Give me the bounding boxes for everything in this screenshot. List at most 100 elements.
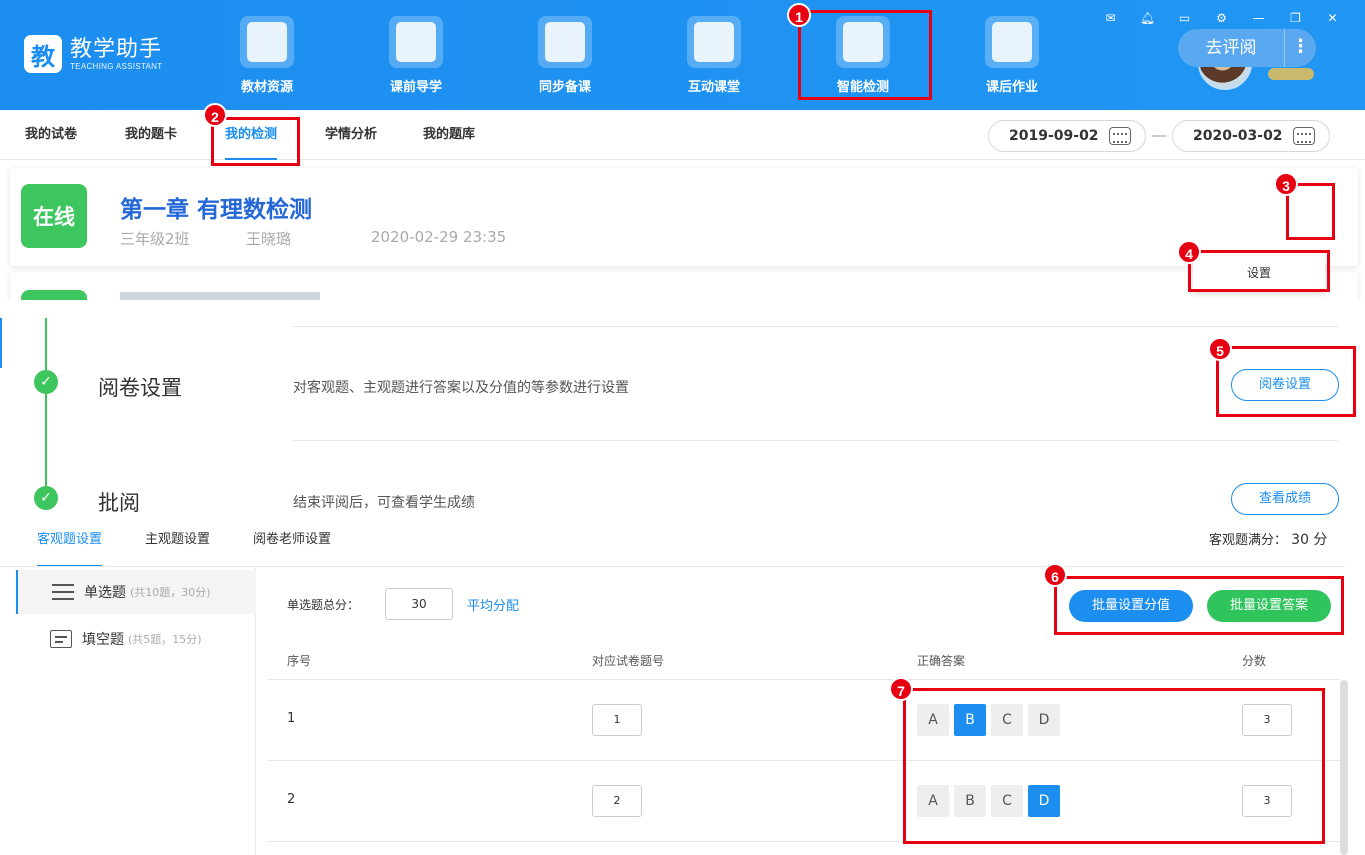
row-index: 1 <box>287 711 296 726</box>
calendar-icon <box>1293 127 1315 145</box>
tab-learning-analysis[interactable]: 学情分析 <box>325 110 377 160</box>
window-controls: ✉ 🔔︎ ▭ ⚙ — ❐ ✕ <box>1092 8 1351 28</box>
total-score-label: 单选题总分： <box>287 598 360 612</box>
list-icon <box>52 583 74 601</box>
nav-label: 课前导学 <box>389 80 442 95</box>
start-date-value: 2019-09-02 <box>1009 128 1099 144</box>
step-line <box>45 318 47 498</box>
online-badge: 在线 <box>21 184 87 248</box>
question-type-summary: (共10题，30分) <box>130 586 211 599</box>
annotation-box-4 <box>1188 250 1330 292</box>
table-scrollbar[interactable] <box>1340 680 1348 855</box>
nav-label: 互动课堂 <box>687 80 740 95</box>
question-type-label: 单选题 <box>84 585 126 601</box>
annotation-number-2: 2 <box>203 103 227 127</box>
tab-grader-settings[interactable]: 阅卷老师设置 <box>253 528 331 547</box>
check-icon: ✓ <box>34 486 58 510</box>
nav-item-preview-guide[interactable]: 课前导学 <box>366 16 466 96</box>
full-score-label: 客观题满分： <box>1209 533 1288 548</box>
paper-number-input[interactable]: 1 <box>592 704 642 736</box>
view-scores-button[interactable]: 查看成绩 <box>1231 483 1339 515</box>
step-desc-grading-settings: 对客观题、主观题进行答案以及分值的等参数进行设置 <box>293 380 629 396</box>
app-window: 教 教学助手 TEACHING ASSISTANT 教材资源 课前导学 同步备课… <box>0 0 1365 855</box>
annotation-number-6: 6 <box>1043 563 1067 587</box>
tab-subjective-settings[interactable]: 主观题设置 <box>145 528 210 547</box>
date-separator <box>1152 135 1166 137</box>
chat-icon[interactable]: ▭ <box>1166 8 1203 28</box>
nav-label: 同步备课 <box>538 80 591 95</box>
pencil-document-icon <box>538 16 592 68</box>
full-score-value: 30 分 <box>1291 532 1328 548</box>
question-type-single-choice[interactable]: 单选题 (共10题，30分) <box>16 570 256 614</box>
close-icon[interactable]: ✕ <box>1314 8 1351 28</box>
app-name-en: TEACHING ASSISTANT <box>70 61 163 71</box>
question-type-summary: (共5题，15分) <box>128 633 202 646</box>
question-type-label: 填空题 <box>82 632 124 648</box>
mail-icon[interactable]: ✉ <box>1092 8 1129 28</box>
annotation-box-2 <box>211 117 300 166</box>
tab-objective-settings[interactable]: 客观题设置 <box>37 528 103 567</box>
nav-label: 教材资源 <box>240 80 293 95</box>
minimize-icon[interactable]: — <box>1240 8 1277 28</box>
divider <box>267 679 1340 680</box>
divider <box>293 440 1338 441</box>
top-header: 教 教学助手 TEACHING ASSISTANT 教材资源 课前导学 同步备课… <box>0 0 1365 110</box>
step-title-grading-settings: 阅卷设置 <box>98 376 182 400</box>
column-header-score: 分数 <box>1242 654 1267 668</box>
divider <box>293 326 1338 327</box>
folder-drawer-icon <box>240 16 294 68</box>
class-name: 三年级2班 <box>120 230 190 248</box>
objective-full-score: 客观题满分： 30 分 <box>1209 529 1327 549</box>
nav-item-lesson-prep[interactable]: 同步备课 <box>515 16 615 96</box>
annotation-number-1: 1 <box>787 3 811 27</box>
review-button[interactable]: 去评阅 <box>1178 29 1284 67</box>
average-distribute-link[interactable]: 平均分配 <box>467 595 519 614</box>
fill-blank-icon <box>50 630 72 648</box>
gear-icon[interactable]: ⚙ <box>1203 8 1240 28</box>
monitor-icon <box>687 16 741 68</box>
annotation-number-7: 7 <box>889 677 913 701</box>
backpack-icon <box>985 16 1039 68</box>
test-datetime: 2020-02-29 23:35 <box>371 228 507 246</box>
annotation-box-7 <box>903 688 1325 844</box>
bell-icon[interactable]: 🔔︎ <box>1129 8 1166 28</box>
left-indicator <box>0 318 2 368</box>
user-tag-blurred <box>1268 68 1314 80</box>
test-card: 在线 第一章 有理数检测 三年级2班 王晓璐 2020-02-29 23:35 <box>10 168 1358 266</box>
end-date-value: 2020-03-02 <box>1193 128 1283 144</box>
total-score-input[interactable]: 30 <box>385 588 453 620</box>
start-date-picker[interactable]: 2019-09-02 <box>988 120 1146 152</box>
upload-arrow-icon <box>389 16 443 68</box>
paper-number-input[interactable]: 2 <box>592 785 642 817</box>
annotation-box-1 <box>798 10 932 100</box>
end-date-picker[interactable]: 2020-03-02 <box>1172 120 1330 152</box>
annotation-number-5: 5 <box>1208 337 1232 361</box>
grading-steps: ✓ 阅卷设置 对客观题、主观题进行答案以及分值的等参数进行设置 阅卷设置 ✓ 批… <box>0 300 1365 520</box>
app-logo: 教 教学助手 TEACHING ASSISTANT <box>24 35 162 73</box>
nav-item-interactive-class[interactable]: 互动课堂 <box>664 16 764 96</box>
restore-icon[interactable]: ❐ <box>1277 8 1314 28</box>
step-title-review: 批阅 <box>98 491 140 515</box>
annotation-number-4: 4 <box>1177 240 1201 264</box>
test-title[interactable]: 第一章 有理数检测 <box>120 190 312 224</box>
tab-my-cards[interactable]: 我的题卡 <box>125 110 177 160</box>
calendar-icon <box>1109 127 1131 145</box>
nav-item-textbook-resources[interactable]: 教材资源 <box>217 16 317 96</box>
annotation-box-5 <box>1216 346 1356 417</box>
column-header-paper-number: 对应试卷题号 <box>592 654 665 668</box>
question-type-list: 单选题 (共10题，30分) 填空题 (共5题，15分) <box>16 567 256 855</box>
column-header-correct-answer: 正确答案 <box>917 654 966 668</box>
row-index: 2 <box>287 792 296 807</box>
annotation-box-6 <box>1054 576 1344 635</box>
check-icon: ✓ <box>34 370 58 394</box>
step-desc-review: 结束评阅后，可查看学生成绩 <box>293 495 475 511</box>
app-name: 教学助手 <box>70 36 163 62</box>
nav-item-homework[interactable]: 课后作业 <box>962 16 1062 96</box>
teacher-name: 王晓璐 <box>246 230 292 248</box>
annotation-number-3: 3 <box>1274 172 1298 196</box>
nav-label: 课后作业 <box>985 80 1038 95</box>
tab-question-bank[interactable]: 我的题库 <box>423 110 475 160</box>
tab-my-papers[interactable]: 我的试卷 <box>25 110 77 160</box>
column-header-index: 序号 <box>287 654 312 668</box>
question-type-fill-blank[interactable]: 填空题 (共5题，15分) <box>16 617 256 661</box>
